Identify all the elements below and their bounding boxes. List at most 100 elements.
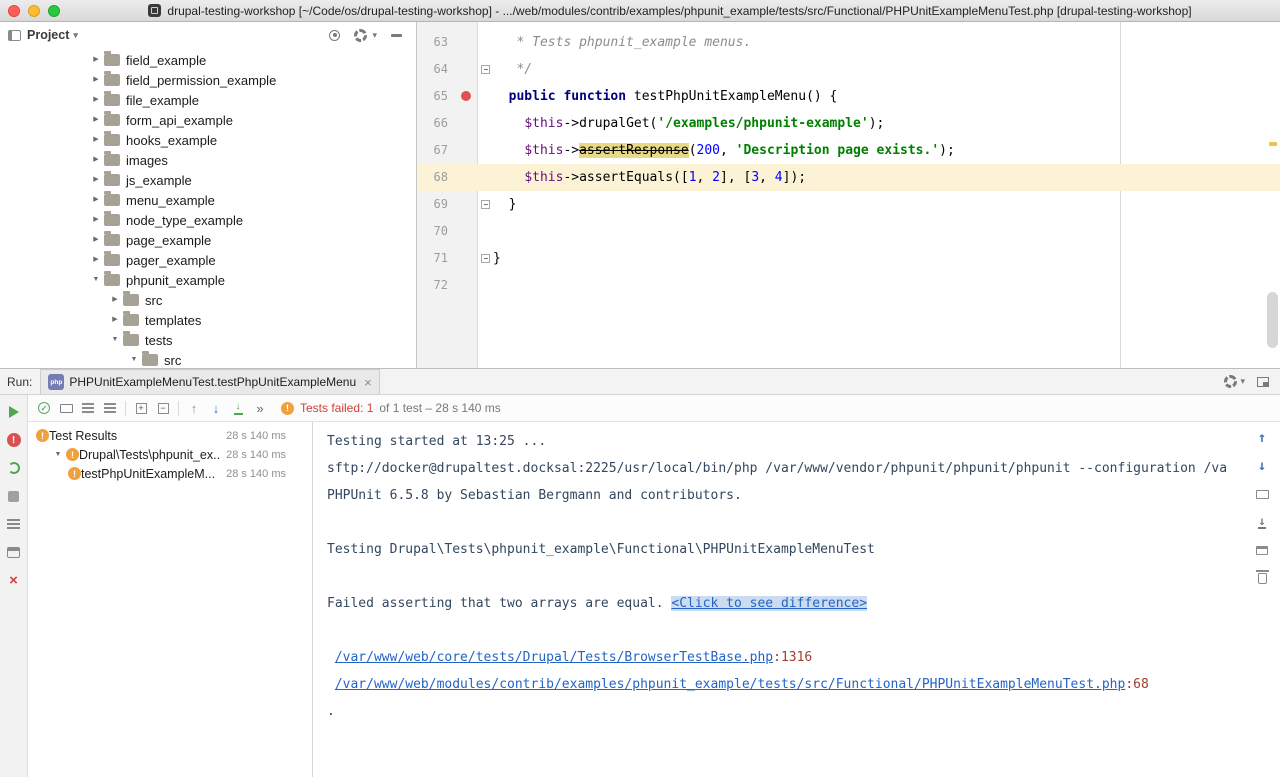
- tree-item-page_example[interactable]: ▶page_example: [0, 230, 416, 250]
- tree-item-src[interactable]: ▶src: [0, 290, 416, 310]
- collapse-all-button[interactable]: −: [152, 397, 174, 419]
- import-test-results-button[interactable]: ↓: [227, 397, 249, 419]
- fold-strip: [478, 83, 493, 110]
- chevron-right-icon[interactable]: ▶: [90, 250, 102, 270]
- down-stack-trace-button[interactable]: ↓: [1254, 458, 1270, 474]
- zoom-window-button[interactable]: [48, 5, 60, 17]
- test-tree-item[interactable]: !Test Results28 s 140 ms: [28, 426, 312, 445]
- code-text[interactable]: public function testPhpUnitExampleMenu()…: [493, 83, 1280, 110]
- tree-item-file_example[interactable]: ▶file_example: [0, 90, 416, 110]
- code-text[interactable]: }: [493, 245, 1280, 272]
- tree-item-tests[interactable]: ▼tests: [0, 330, 416, 350]
- fold-marker-icon[interactable]: [481, 254, 490, 263]
- chevron-right-icon[interactable]: ▶: [90, 130, 102, 150]
- expand-all-button[interactable]: +: [130, 397, 152, 419]
- code-text[interactable]: $this->assertEquals([1, 2], [3, 4]);: [493, 164, 1280, 191]
- console-line: Testing started at 13:25 ...: [327, 428, 1236, 455]
- close-tab-icon[interactable]: ×: [364, 375, 372, 390]
- hide-panel-icon[interactable]: [391, 34, 402, 37]
- tree-item-field_example[interactable]: ▶field_example: [0, 50, 416, 70]
- window-title: drupal-testing-workshop [~/Code/os/drupa…: [167, 4, 1191, 18]
- error-stripe-mark[interactable]: [1269, 142, 1277, 146]
- up-stack-trace-button[interactable]: ↑: [1254, 430, 1270, 446]
- tree-item-images[interactable]: ▶images: [0, 150, 416, 170]
- tree-item-node_type_example[interactable]: ▶node_type_example: [0, 210, 416, 230]
- previous-failed-test-button[interactable]: ↑: [183, 397, 205, 419]
- close-panel-button[interactable]: ×: [6, 572, 22, 588]
- console-link[interactable]: <Click to see difference>: [671, 596, 867, 611]
- sort-alphabetically-button[interactable]: [77, 397, 99, 419]
- rerun-failed-tests-button[interactable]: !: [6, 432, 22, 448]
- chevron-right-icon[interactable]: ▶: [90, 230, 102, 250]
- tree-item-form_api_example[interactable]: ▶form_api_example: [0, 110, 416, 130]
- hide-run-panel-icon[interactable]: [1257, 377, 1269, 387]
- sort-by-duration-button[interactable]: [99, 397, 121, 419]
- code-text[interactable]: * Tests phpunit_example menus.: [493, 29, 1280, 56]
- tree-item-phpunit_example[interactable]: ▼phpunit_example: [0, 270, 416, 290]
- editor-scrollbar[interactable]: [1267, 292, 1278, 348]
- locate-file-icon[interactable]: [329, 30, 340, 41]
- tree-item-src[interactable]: ▼src: [0, 350, 416, 368]
- code-text[interactable]: [493, 218, 1280, 245]
- chevron-right-icon[interactable]: ▶: [90, 210, 102, 230]
- console[interactable]: Testing started at 13:25 ...sftp://docke…: [313, 422, 1280, 777]
- console-text: [327, 677, 335, 692]
- chevron-right-icon[interactable]: ▶: [90, 110, 102, 130]
- stop-button[interactable]: [6, 488, 22, 504]
- code-text[interactable]: $this->assertResponse(200, 'Description …: [493, 137, 1280, 164]
- rerun-button[interactable]: [6, 404, 22, 420]
- up-arrow-icon: ↑: [1258, 431, 1266, 445]
- console-text: Testing Drupal\Tests\phpunit_example\Fun…: [327, 542, 875, 557]
- code-text[interactable]: }: [493, 191, 1280, 218]
- console-link[interactable]: /var/www/web/core/tests/Drupal/Tests/Bro…: [335, 650, 773, 665]
- chevron-right-icon[interactable]: ▶: [90, 50, 102, 70]
- show-passed-button[interactable]: ✓: [33, 397, 55, 419]
- chevron-down-icon[interactable]: ▼: [128, 350, 140, 368]
- tree-item-js_example[interactable]: ▶js_example: [0, 170, 416, 190]
- rerun-failed-icon: !: [7, 433, 21, 447]
- run-settings-gear-icon[interactable]: [1224, 375, 1237, 388]
- chevron-right-icon[interactable]: ▶: [90, 150, 102, 170]
- restore-layout-button[interactable]: [6, 544, 22, 560]
- soft-wrap-button[interactable]: [1254, 486, 1270, 502]
- show-ignored-button[interactable]: [55, 397, 77, 419]
- failed-test-gutter-icon[interactable]: [461, 91, 471, 101]
- gear-icon[interactable]: [354, 29, 367, 42]
- close-window-button[interactable]: [8, 5, 20, 17]
- test-tree-item[interactable]: !testPhpUnitExampleM...28 s 140 ms: [28, 464, 312, 483]
- chevron-right-icon[interactable]: ▶: [90, 170, 102, 190]
- clear-console-button[interactable]: [1254, 570, 1270, 586]
- code-text[interactable]: */: [493, 56, 1280, 83]
- tree-item-templates[interactable]: ▶templates: [0, 310, 416, 330]
- code-text[interactable]: $this->drupalGet('/examples/phpunit-exam…: [493, 110, 1280, 137]
- next-failed-test-button[interactable]: ↓: [205, 397, 227, 419]
- test-history-button[interactable]: [6, 516, 22, 532]
- scroll-to-end-button[interactable]: ↓: [1254, 514, 1270, 530]
- project-panel-title[interactable]: Project ▾: [27, 28, 78, 42]
- toggle-auto-test-button[interactable]: [6, 460, 22, 476]
- chevron-right-icon[interactable]: ▶: [109, 290, 121, 310]
- more-actions-button[interactable]: »: [249, 397, 271, 419]
- chevron-right-icon[interactable]: ▶: [109, 310, 121, 330]
- folder-icon: [104, 94, 120, 106]
- tree-item-field_permission_example[interactable]: ▶field_permission_example: [0, 70, 416, 90]
- test-tree-item[interactable]: ▼!Drupal\Tests\phpunit_ex...28 s 140 ms: [28, 445, 312, 464]
- tree-item-menu_example[interactable]: ▶menu_example: [0, 190, 416, 210]
- chevron-down-icon[interactable]: ▼: [52, 445, 64, 464]
- fold-marker-icon[interactable]: [481, 200, 490, 209]
- tree-item-pager_example[interactable]: ▶pager_example: [0, 250, 416, 270]
- chevron-right-icon[interactable]: ▶: [90, 70, 102, 90]
- console-link[interactable]: /var/www/web/modules/contrib/examples/ph…: [335, 677, 1126, 692]
- fold-marker-icon[interactable]: [481, 65, 490, 74]
- run-tab[interactable]: php PHPUnitExampleMenuTest.testPhpUnitEx…: [40, 369, 379, 394]
- print-button[interactable]: [1254, 542, 1270, 558]
- code-text[interactable]: [493, 272, 1280, 299]
- chevron-right-icon[interactable]: ▶: [90, 90, 102, 110]
- chevron-down-icon[interactable]: ▼: [90, 270, 102, 290]
- folder-icon: [104, 214, 120, 226]
- minimize-window-button[interactable]: [28, 5, 40, 17]
- chevron-right-icon[interactable]: ▶: [90, 190, 102, 210]
- editor[interactable]: 63 * Tests phpunit_example menus.64 */65…: [417, 22, 1280, 368]
- chevron-down-icon[interactable]: ▼: [109, 330, 121, 350]
- tree-item-hooks_example[interactable]: ▶hooks_example: [0, 130, 416, 150]
